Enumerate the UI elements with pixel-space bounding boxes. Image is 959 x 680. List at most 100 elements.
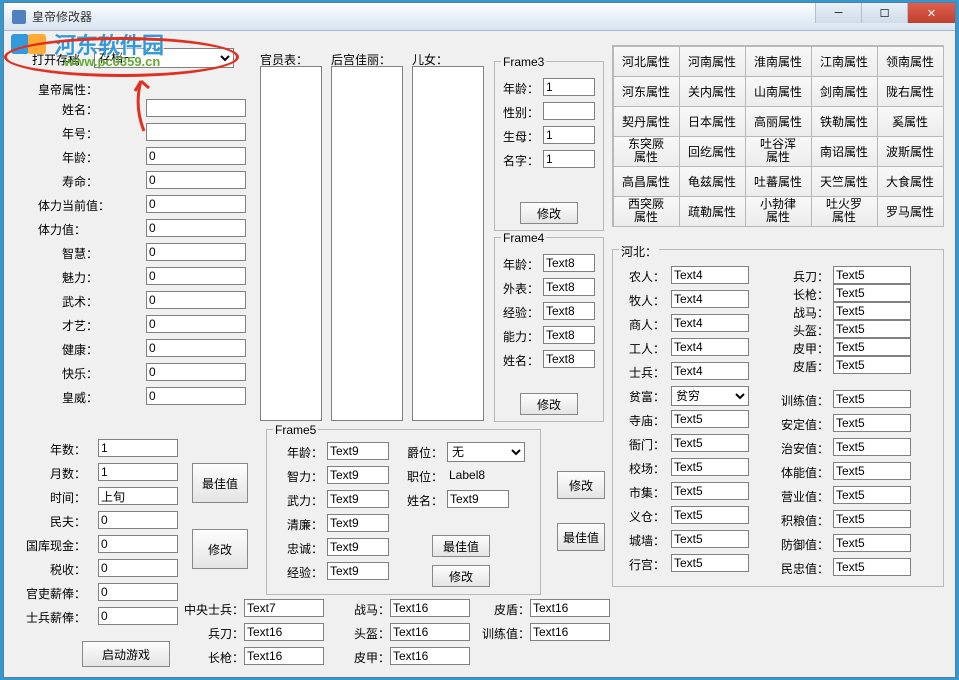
region-button[interactable]: 西突厥属性 — [613, 196, 680, 227]
region-button[interactable]: 河北属性 — [613, 46, 680, 77]
frame4-field-input[interactable] — [543, 350, 595, 368]
hebei-right-input[interactable] — [833, 338, 911, 356]
hebei-right-input[interactable] — [833, 462, 911, 480]
hebei-right-input[interactable] — [833, 356, 911, 374]
bottom-field-input[interactable] — [244, 647, 324, 665]
region-button[interactable]: 河南属性 — [679, 46, 746, 77]
time-field-input[interactable] — [98, 607, 178, 625]
emperor-field-input[interactable] — [146, 243, 246, 261]
region-button[interactable]: 江南属性 — [811, 46, 878, 77]
bottom-field-input[interactable] — [390, 623, 470, 641]
region-button[interactable]: 契丹属性 — [613, 106, 680, 137]
region-button[interactable]: 疏勒属性 — [679, 196, 746, 227]
frame3-field-input[interactable] — [543, 102, 595, 120]
hebei-left-input[interactable] — [671, 362, 749, 380]
region-button[interactable]: 铁勒属性 — [811, 106, 878, 137]
children-list[interactable] — [412, 66, 484, 421]
emperor-field-input[interactable] — [146, 147, 246, 165]
time-field-input[interactable] — [98, 487, 178, 505]
hebei-left-input[interactable] — [671, 434, 749, 452]
time-field-input[interactable] — [98, 511, 178, 529]
emperor-field-input[interactable] — [146, 387, 246, 405]
region-button[interactable]: 南诏属性 — [811, 136, 878, 167]
emperor-field-input[interactable] — [146, 267, 246, 285]
hebei-left-input[interactable] — [671, 554, 749, 572]
hebei-right-input[interactable] — [833, 284, 911, 302]
region-button[interactable]: 吐蕃属性 — [745, 166, 812, 197]
hebei-left-input[interactable] — [671, 338, 749, 356]
frame5-left-input[interactable] — [327, 466, 389, 484]
region-button[interactable]: 日本属性 — [679, 106, 746, 137]
region-button[interactable]: 吐火罗属性 — [811, 196, 878, 227]
hebei-left-input[interactable] — [671, 506, 749, 524]
frame5-modify-button[interactable]: 修改 — [432, 565, 490, 587]
region-button[interactable]: 高昌属性 — [613, 166, 680, 197]
concubines-list[interactable] — [331, 66, 403, 421]
hebei-left-input[interactable] — [671, 290, 749, 308]
region-button[interactable]: 波斯属性 — [877, 136, 944, 167]
hebei-right-input[interactable] — [833, 302, 911, 320]
bottom-field-input[interactable] — [390, 599, 470, 617]
region-button[interactable]: 东突厥属性 — [613, 136, 680, 167]
bottom-field-input[interactable] — [244, 623, 324, 641]
hebei-right-input[interactable] — [833, 320, 911, 338]
bottom-field-input[interactable] — [530, 599, 610, 617]
region-button[interactable]: 河东属性 — [613, 76, 680, 107]
emperor-field-input[interactable] — [146, 123, 246, 141]
region-button[interactable]: 小勃律属性 — [745, 196, 812, 227]
region-button[interactable]: 吐谷浑属性 — [745, 136, 812, 167]
emperor-field-input[interactable] — [146, 315, 246, 333]
hebei-right-input[interactable] — [833, 486, 911, 504]
frame4-field-input[interactable] — [543, 302, 595, 320]
region-button[interactable]: 回纥属性 — [679, 136, 746, 167]
hebei-left-input[interactable] — [671, 530, 749, 548]
emperor-field-input[interactable] — [146, 195, 246, 213]
modify-button-2[interactable]: 修改 — [557, 471, 605, 499]
hebei-wealth-select[interactable]: 贫穷 — [671, 386, 749, 406]
best-value-button-2[interactable]: 最佳值 — [557, 523, 605, 551]
bottom-field-input[interactable] — [390, 647, 470, 665]
frame5-best-value-button[interactable]: 最佳值 — [432, 535, 490, 557]
region-button[interactable]: 天竺属性 — [811, 166, 878, 197]
hebei-right-input[interactable] — [833, 266, 911, 284]
emperor-field-input[interactable] — [146, 171, 246, 189]
bottom-field-input[interactable] — [244, 599, 324, 617]
frame3-field-input[interactable] — [543, 78, 595, 96]
hebei-right-input[interactable] — [833, 390, 911, 408]
maximize-button[interactable]: ☐ — [861, 3, 907, 23]
region-button[interactable]: 剑南属性 — [811, 76, 878, 107]
frame3-field-input[interactable] — [543, 150, 595, 168]
modify-button-1[interactable]: 修改 — [192, 529, 248, 569]
emperor-field-input[interactable] — [146, 339, 246, 357]
frame4-field-input[interactable] — [543, 254, 595, 272]
bottom-field-input[interactable] — [530, 623, 610, 641]
hebei-right-input[interactable] — [833, 558, 911, 576]
hebei-left-input[interactable] — [671, 458, 749, 476]
frame3-modify-button[interactable]: 修改 — [520, 202, 578, 224]
minimize-button[interactable]: ─ — [815, 3, 861, 23]
time-field-input[interactable] — [98, 583, 178, 601]
frame4-field-input[interactable] — [543, 278, 595, 296]
emperor-field-input[interactable] — [146, 219, 246, 237]
time-field-input[interactable] — [98, 535, 178, 553]
region-button[interactable]: 陇右属性 — [877, 76, 944, 107]
frame4-modify-button[interactable]: 修改 — [520, 393, 578, 415]
region-button[interactable]: 罗马属性 — [877, 196, 944, 227]
emperor-field-input[interactable] — [146, 291, 246, 309]
hebei-left-input[interactable] — [671, 266, 749, 284]
time-field-input[interactable] — [98, 463, 178, 481]
frame5-left-input[interactable] — [327, 538, 389, 556]
region-button[interactable]: 关内属性 — [679, 76, 746, 107]
region-button[interactable]: 领南属性 — [877, 46, 944, 77]
frame5-left-input[interactable] — [327, 490, 389, 508]
emperor-field-input[interactable] — [146, 99, 246, 117]
hebei-right-input[interactable] — [833, 510, 911, 528]
region-button[interactable]: 淮南属性 — [745, 46, 812, 77]
hebei-right-input[interactable] — [833, 414, 911, 432]
region-button[interactable]: 大食属性 — [877, 166, 944, 197]
hebei-left-input[interactable] — [671, 482, 749, 500]
best-value-button-1[interactable]: 最佳值 — [192, 463, 248, 503]
region-button[interactable]: 山南属性 — [745, 76, 812, 107]
frame5-right-input[interactable] — [447, 490, 509, 508]
close-button[interactable]: ✕ — [907, 3, 955, 23]
